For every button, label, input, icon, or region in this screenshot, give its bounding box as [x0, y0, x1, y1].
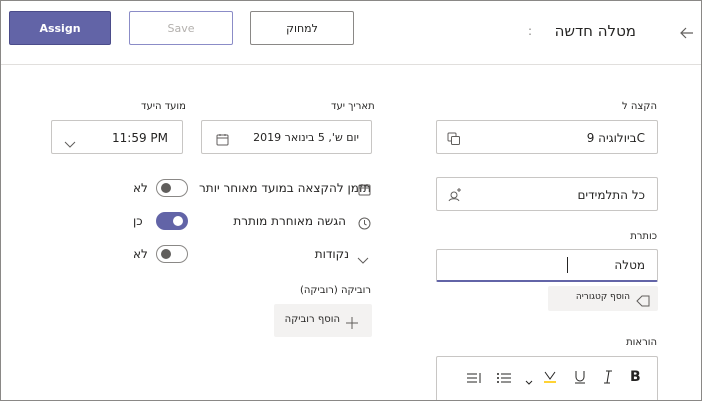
assign-to-label: הקצה ל	[622, 101, 657, 112]
chevron-down-icon[interactable]	[357, 250, 369, 269]
discard-button[interactable]: למחוק	[250, 11, 354, 45]
page-title: מטלה חדשה	[554, 22, 636, 40]
due-time-label: מועד היעד	[141, 101, 186, 112]
add-category-button[interactable]: הוסף קטגוריה	[548, 286, 658, 311]
title-input[interactable]: מטלה	[436, 249, 658, 282]
text-cursor	[567, 257, 568, 273]
chevron-down-icon	[64, 134, 76, 153]
late-submission-state: כן	[133, 214, 143, 228]
clock-icon	[358, 215, 371, 234]
copy-icon	[447, 131, 461, 150]
due-time-field[interactable]: 11:59 PM	[51, 120, 183, 154]
late-submission-label: הגשה מאוחרת מותרת	[233, 214, 346, 228]
bulleted-list-icon[interactable]	[497, 369, 511, 388]
points-label: נקודות	[314, 247, 349, 261]
highlight-icon[interactable]	[543, 369, 557, 388]
title-ellipsis: :	[528, 24, 533, 38]
chevron-down-icon[interactable]	[525, 371, 533, 390]
title-input-value: מטלה	[614, 258, 645, 272]
add-rubric-button[interactable]: הוסף רוביקה	[274, 304, 372, 337]
add-person-icon	[447, 186, 463, 206]
class-select[interactable]: ביולוגיה 9C	[436, 120, 658, 154]
underline-icon[interactable]	[574, 369, 586, 388]
due-date-field[interactable]: יום ש', 5 בינואר 2019	[201, 120, 372, 154]
due-date-label: תאריך יעד	[331, 101, 375, 112]
late-submission-toggle[interactable]	[156, 212, 188, 230]
instructions-label: הוראות	[626, 337, 657, 348]
italic-icon[interactable]	[603, 369, 613, 388]
schedule-later-state: לא	[133, 181, 148, 195]
align-icon[interactable]	[467, 369, 481, 388]
schedule-later-toggle[interactable]	[156, 179, 188, 197]
calendar-icon	[216, 131, 229, 150]
add-category-label: הוסף קטגוריה	[575, 292, 630, 302]
title-field-label: כותרת	[630, 231, 657, 242]
points-state: לא	[133, 247, 148, 261]
due-time-value: 11:59 PM	[112, 131, 168, 145]
rubric-label: רוביקה (רוביקה)	[299, 285, 371, 296]
students-value: כל התלמידים	[577, 188, 645, 202]
tag-icon	[636, 292, 650, 311]
header-divider	[1, 64, 701, 65]
bold-icon[interactable]: B	[630, 369, 641, 385]
class-value: ביולוגיה 9C	[586, 131, 645, 145]
instructions-editor[interactable]: B	[436, 356, 658, 400]
save-button[interactable]: Save	[129, 11, 233, 45]
back-arrow-icon[interactable]	[680, 24, 694, 43]
points-toggle[interactable]	[156, 245, 188, 263]
students-select[interactable]: כל התלמידים	[436, 177, 658, 211]
plus-icon	[346, 314, 358, 333]
due-date-value: יום ש', 5 בינואר 2019	[253, 131, 359, 144]
schedule-later-label: תזמן להקצאה במועד מאוחר יותר	[199, 181, 371, 195]
assign-button[interactable]: Assign	[9, 11, 111, 45]
add-rubric-label: הוסף רוביקה	[284, 314, 340, 325]
calendar-icon	[358, 181, 371, 200]
